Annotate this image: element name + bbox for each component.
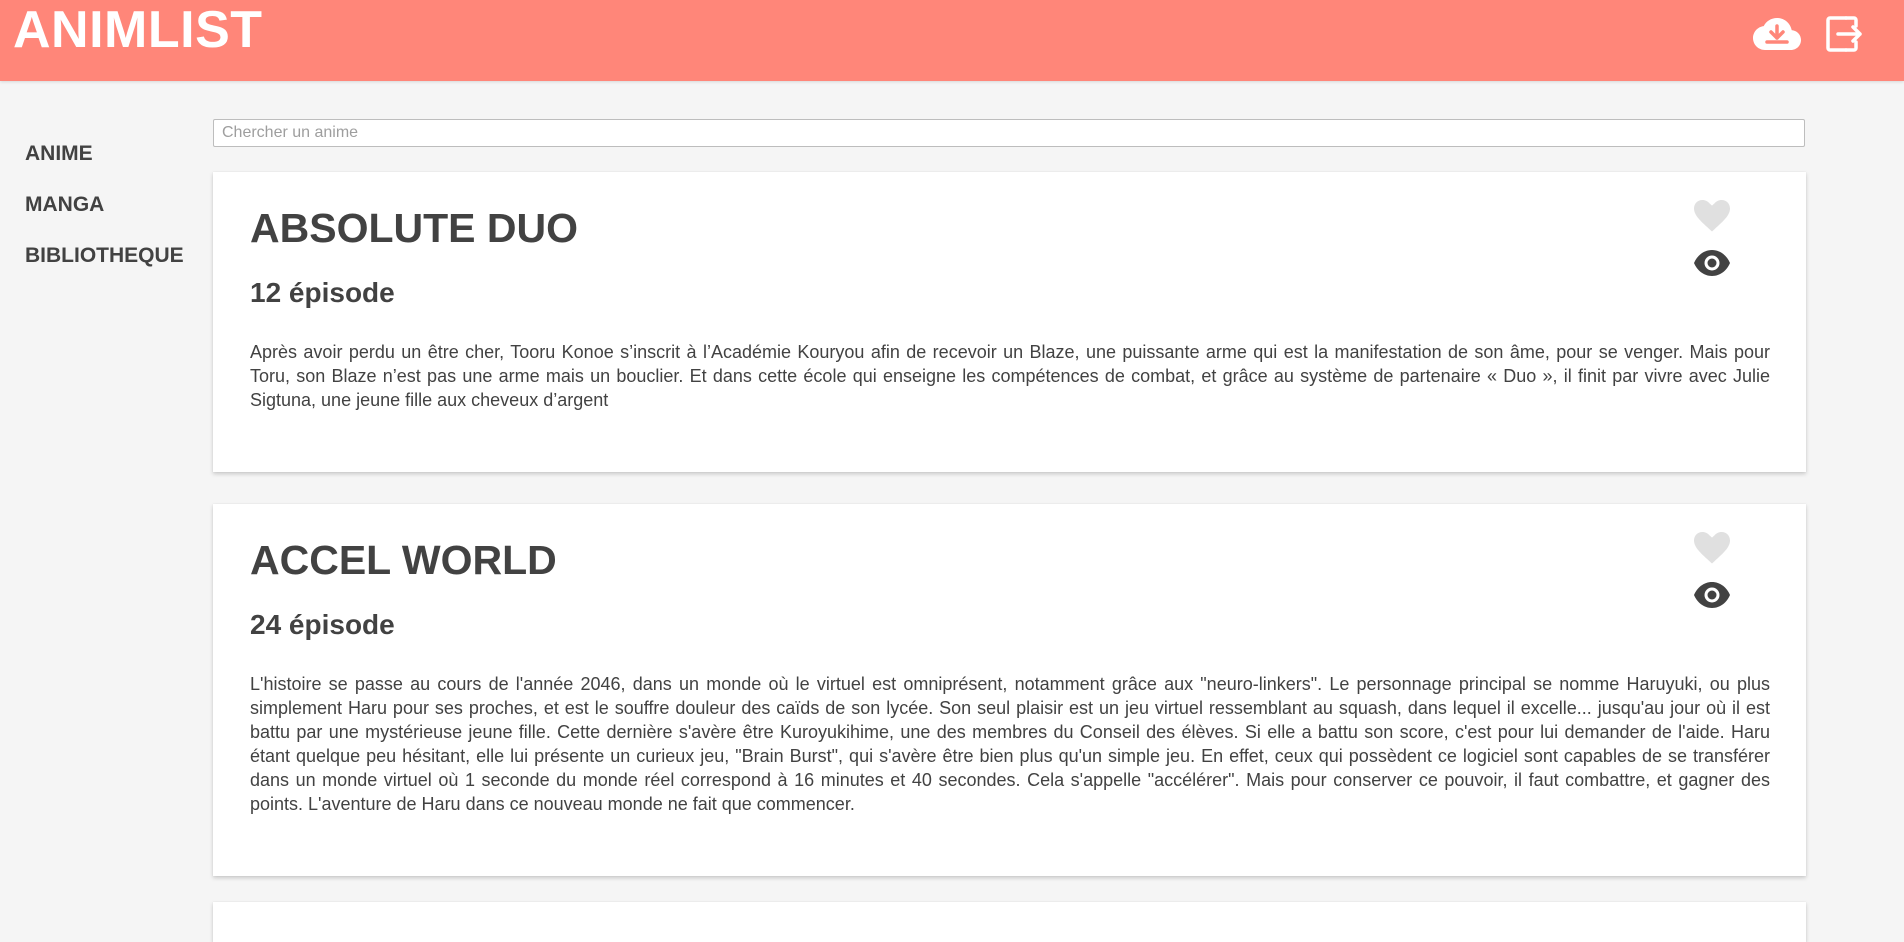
cloud-download-icon[interactable] xyxy=(1753,14,1801,54)
anime-title[interactable]: ACCEL WORLD xyxy=(250,536,557,584)
eye-icon[interactable] xyxy=(1694,582,1730,608)
app-logo[interactable]: ANIMLIST xyxy=(13,0,263,61)
anime-card xyxy=(213,902,1806,942)
sidebar-item-anime[interactable]: ANIME xyxy=(0,130,200,181)
anime-description: Après avoir perdu un être cher, Tooru Ko… xyxy=(250,342,1770,410)
anime-description: L'histoire se passe au cours de l'année … xyxy=(250,674,1770,814)
logout-icon[interactable] xyxy=(1824,14,1872,54)
search-input[interactable] xyxy=(213,119,1805,147)
sidebar-item-bibliotheque[interactable]: BIBLIOTHEQUE xyxy=(0,232,200,283)
episode-count: 24 épisode xyxy=(250,609,395,640)
anime-title[interactable]: ABSOLUTE DUO xyxy=(250,204,578,252)
anime-card: ACCEL WORLD 24 épisode L'histoire se pas… xyxy=(213,504,1806,876)
app-header: ANIMLIST xyxy=(0,0,1904,81)
episode-count: 12 épisode xyxy=(250,277,395,308)
sidebar-nav: ANIME MANGA BIBLIOTHEQUE xyxy=(0,130,200,283)
heart-icon[interactable] xyxy=(1694,532,1730,564)
eye-icon[interactable] xyxy=(1694,250,1730,276)
anime-card: ABSOLUTE DUO 12 épisode Après avoir perd… xyxy=(213,172,1806,472)
heart-icon[interactable] xyxy=(1694,200,1730,232)
sidebar-item-manga[interactable]: MANGA xyxy=(0,181,200,232)
